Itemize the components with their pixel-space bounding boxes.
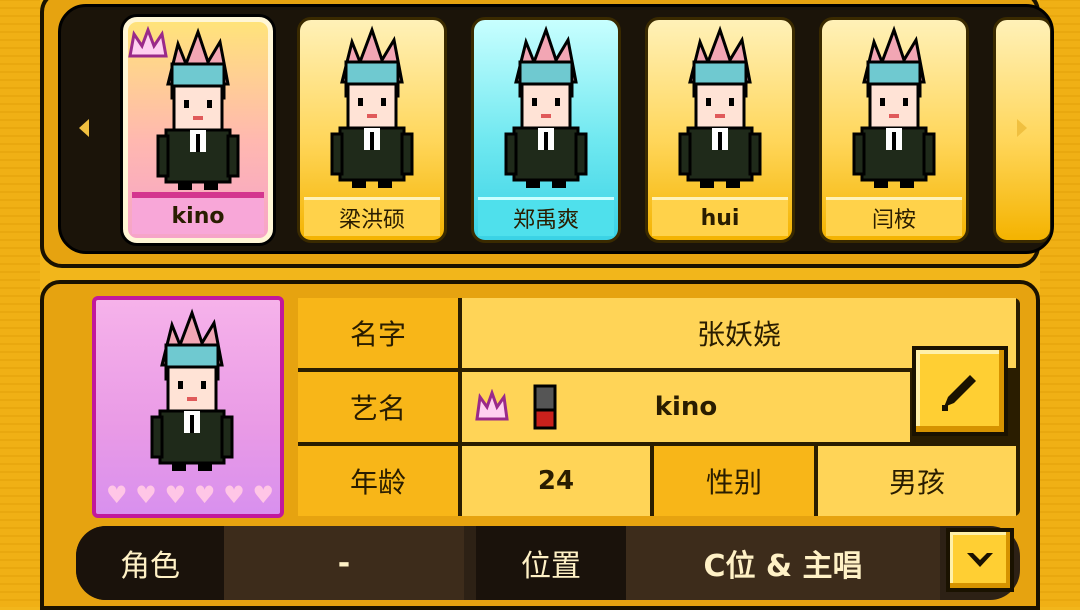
member-card-kino[interactable]: kino (123, 17, 273, 243)
right-arrow-icon[interactable] (1017, 119, 1027, 137)
position-dropdown-button[interactable] (946, 528, 1014, 592)
left-border-pattern (0, 0, 40, 607)
member-carousel: kino 梁洪硕 郑禹爽 hui 闫桉 (58, 4, 1054, 254)
edit-button[interactable] (912, 346, 1008, 436)
idol-sprite (504, 25, 588, 188)
position-value[interactable]: C位 & 主唱 (626, 526, 940, 600)
member-card-5[interactable]: 闫桉 (819, 17, 969, 243)
role-bar: 角色 - 位置 C位 & 主唱 (76, 526, 1020, 600)
member-card-4[interactable]: hui (645, 17, 795, 243)
microphone-icon (533, 384, 557, 430)
member-name: hui (652, 197, 788, 236)
member-card-2[interactable]: 梁洪硕 (297, 17, 447, 243)
heart-icon: ♥ (193, 481, 216, 509)
crown-icon (128, 26, 168, 58)
member-name: kino (132, 192, 264, 234)
role-value[interactable]: - (224, 526, 464, 600)
name-label: 名字 (298, 298, 458, 368)
portrait-sprite (150, 308, 234, 471)
heart-icon: ♥ (135, 481, 157, 509)
idol-sprite (330, 25, 414, 188)
heart-icon: ♥ (164, 481, 187, 509)
member-name: 梁洪硕 (304, 197, 440, 236)
stage-name-value: kino (654, 392, 718, 422)
gender-label: 性别 (654, 446, 814, 516)
idol-sprite (852, 25, 936, 188)
member-name: 闫桉 (826, 197, 962, 236)
left-arrow-icon[interactable] (79, 119, 89, 137)
stage-name-label: 艺名 (298, 372, 458, 442)
member-card-3[interactable]: 郑禹爽 (471, 17, 621, 243)
chevron-down-icon (967, 553, 993, 567)
member-portrait: ♥ ♥ ♥ ♥ ♥ ♥ (92, 296, 284, 518)
crown-icon (475, 389, 509, 421)
heart-icon: ♥ (223, 481, 245, 509)
idol-sprite (678, 25, 762, 188)
age-label: 年龄 (298, 446, 458, 516)
heart-icon: ♥ (106, 481, 128, 509)
age-value: 24 (462, 446, 650, 516)
position-label: 位置 (476, 526, 626, 600)
role-label: 角色 (76, 526, 224, 600)
heart-icon: ♥ (252, 481, 274, 509)
member-name: 郑禹爽 (478, 197, 614, 236)
affection-hearts: ♥ ♥ ♥ ♥ ♥ ♥ (106, 482, 274, 508)
gender-value: 男孩 (818, 446, 1016, 516)
pencil-icon (942, 375, 976, 411)
stage-name-row: kino (462, 372, 910, 442)
